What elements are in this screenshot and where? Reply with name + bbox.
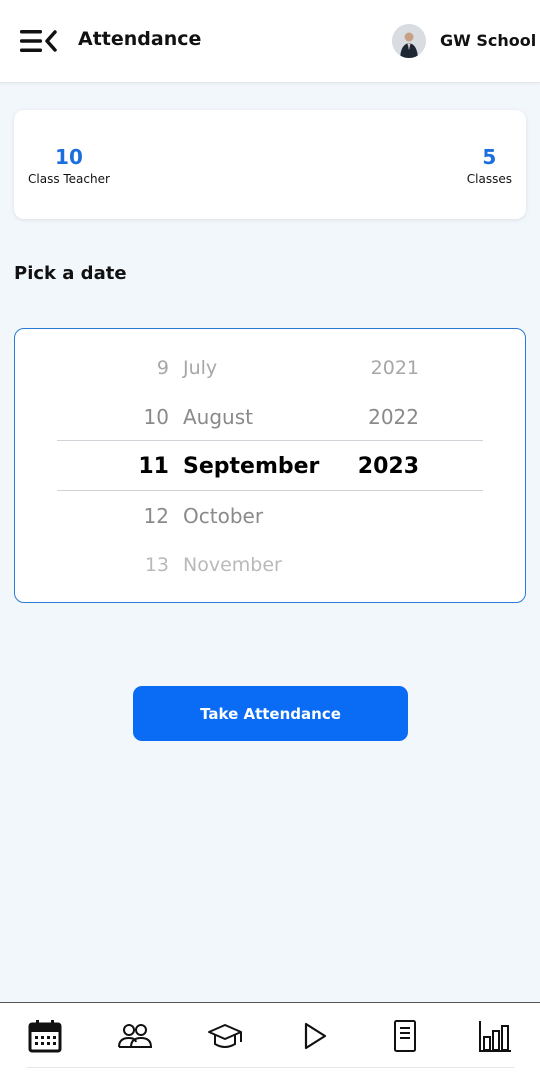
nav-item-reports[interactable]: [477, 1019, 513, 1053]
nav-item-play[interactable]: [297, 1019, 333, 1053]
take-attendance-button[interactable]: Take Attendance: [133, 686, 408, 741]
picker-row[interactable]: 10 August 2022: [15, 397, 525, 437]
play-icon: [304, 1022, 327, 1050]
classes-count: 5: [482, 145, 497, 169]
app-header: Attendance GW School: [0, 0, 540, 83]
people-icon: [118, 1024, 153, 1048]
picker-month[interactable]: October: [183, 496, 263, 536]
menu-collapse-icon: [20, 30, 57, 52]
picker-year[interactable]: 2021: [371, 348, 419, 388]
classes-stat: 5 Classes: [467, 146, 512, 186]
picker-row[interactable]: 13 November: [15, 545, 525, 585]
person-avatar-icon: [392, 24, 426, 58]
picker-day[interactable]: 12: [144, 496, 169, 536]
bottom-nav: [0, 1002, 540, 1077]
picker-day[interactable]: 9: [157, 348, 169, 388]
class-teacher-stat: 10 Class Teacher: [28, 146, 110, 186]
nav-item-document[interactable]: [387, 1019, 423, 1053]
stats-card: 10 Class Teacher 5 Classes: [14, 110, 526, 219]
class-teacher-label: Class Teacher: [28, 172, 110, 186]
nav-item-calendar[interactable]: [27, 1019, 63, 1053]
picker-month[interactable]: July: [183, 348, 217, 388]
class-teacher-count: 10: [55, 145, 83, 169]
graduation-cap-icon: [208, 1024, 242, 1048]
picker-month[interactable]: November: [183, 545, 282, 585]
classes-label: Classes: [466, 172, 512, 186]
picker-day[interactable]: 13: [145, 545, 169, 585]
calendar-icon: [28, 1020, 62, 1053]
picker-month[interactable]: August: [183, 397, 253, 437]
nav-item-people[interactable]: [117, 1019, 153, 1053]
picker-day[interactable]: 10: [144, 397, 169, 437]
selection-top-line: [57, 440, 483, 441]
document-icon: [394, 1020, 416, 1052]
nav-item-graduation[interactable]: [207, 1019, 243, 1053]
selection-bottom-line: [57, 490, 483, 491]
page-title: Attendance: [78, 28, 202, 50]
picker-year-selected[interactable]: 2023: [358, 447, 419, 487]
picker-year[interactable]: 2022: [368, 397, 419, 437]
bar-chart-icon: [479, 1021, 511, 1052]
picker-month-selected[interactable]: September: [183, 447, 319, 487]
menu-button[interactable]: [18, 27, 58, 55]
date-picker[interactable]: 9 July 2021 10 August 2022 11 September …: [14, 328, 526, 603]
picker-day-selected[interactable]: 11: [138, 447, 169, 487]
picker-row[interactable]: 9 July 2021: [15, 348, 525, 388]
pick-date-label: Pick a date: [14, 263, 127, 284]
school-name: GW School: [440, 31, 537, 50]
picker-row[interactable]: 12 October: [15, 496, 525, 536]
picker-row-selected[interactable]: 11 September 2023: [15, 447, 525, 487]
nav-divider: [26, 1067, 514, 1068]
avatar[interactable]: [392, 24, 426, 58]
